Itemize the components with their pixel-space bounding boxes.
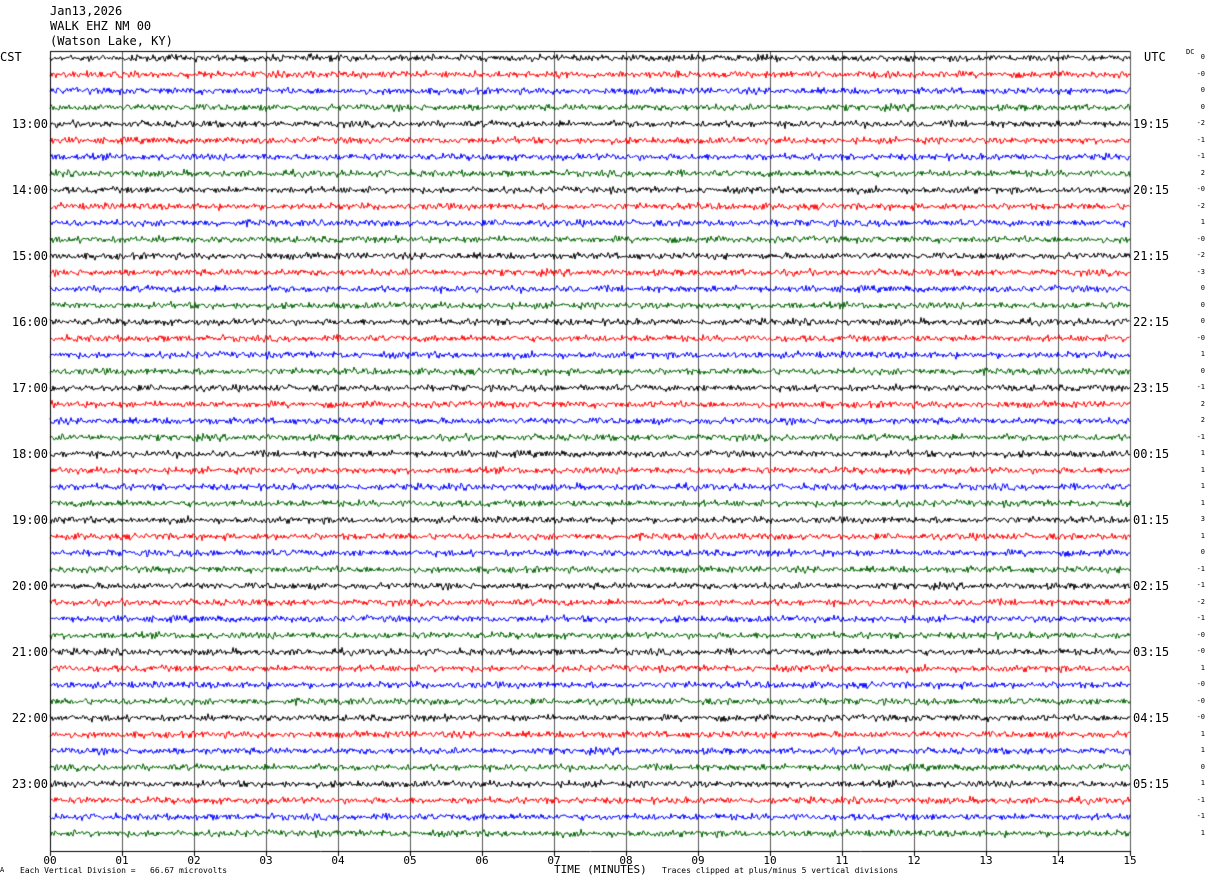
dc-offset-label: 1: [1200, 482, 1205, 490]
x-tick-label: 05: [403, 854, 417, 867]
station-location: (Watson Lake, KY): [50, 34, 173, 48]
dc-offset-label: 1: [1200, 828, 1205, 837]
dc-offset-label: 0: [1200, 284, 1205, 292]
dc-offset-label: -0: [1196, 234, 1205, 243]
dc-offset-label: -0: [1196, 647, 1205, 655]
dc-offset-label: 2: [1200, 399, 1205, 408]
dc-offset-label: 0: [1200, 300, 1205, 309]
dc-offset-label: -1: [1196, 614, 1205, 622]
dc-offset-label: -1: [1196, 581, 1205, 589]
dc-offset-label: 0: [1200, 102, 1205, 111]
x-tick-label: 13: [979, 854, 993, 867]
x-tick-label: 06: [475, 854, 489, 867]
x-tick-label: 04: [331, 854, 345, 867]
left-hour-label: 18:00: [11, 447, 48, 461]
plot-date: Jan13,2026: [50, 4, 123, 18]
dc-offset-label: -1: [1196, 152, 1205, 160]
dc-offset-label: -1: [1196, 564, 1205, 573]
dc-offset-label: 0: [1200, 86, 1205, 94]
dc-offset-label: 1: [1200, 531, 1205, 540]
corner-mark: A: [0, 866, 5, 874]
dc-offset-label: -2: [1196, 597, 1205, 606]
dc-offset-label: -2: [1196, 201, 1205, 210]
dc-offset-label: -0: [1196, 680, 1205, 688]
dc-offset-label: 2: [1200, 168, 1205, 177]
dc-offset-label: -1: [1196, 135, 1205, 144]
clip-note: Traces clipped at plus/minus 5 vertical …: [662, 866, 899, 875]
left-hour-label: 21:00: [11, 645, 48, 659]
x-tick-label: 10: [763, 854, 777, 867]
x-tick-label: 12: [907, 854, 921, 867]
x-tick-label: 09: [691, 854, 705, 867]
helicorder-canvas: [0, 0, 1210, 886]
dc-offset-label: -1: [1196, 432, 1205, 441]
left-hour-label: 14:00: [11, 183, 48, 197]
dc-offset-label: 0: [1200, 762, 1205, 771]
dc-offset-label: 0: [1200, 317, 1205, 325]
dc-offset-label: 0: [1200, 366, 1205, 375]
dc-offset-label: -0: [1196, 630, 1205, 639]
dc-offset-label: -1: [1196, 795, 1205, 804]
dc-offset-label: 1: [1200, 449, 1205, 457]
dc-offset-label: 1: [1200, 663, 1205, 672]
dc-offset-label: -0: [1196, 713, 1205, 721]
left-hour-label: 17:00: [11, 381, 48, 395]
x-tick-label: 15: [1123, 854, 1137, 867]
dc-offset-label: 3: [1200, 515, 1205, 523]
left-hour-label: 20:00: [11, 579, 48, 593]
dc-offset-label: 1: [1200, 218, 1205, 226]
left-timezone-label: CST: [0, 50, 22, 64]
dc-offset-label: 0: [1200, 53, 1205, 61]
x-tick-label: 01: [115, 854, 129, 867]
dc-offset-label: 2: [1200, 416, 1205, 424]
x-tick-label: 03: [259, 854, 273, 867]
x-axis-label: TIME (MINUTES): [554, 863, 647, 876]
dc-offset-label: 0: [1200, 548, 1205, 556]
left-hour-label: 22:00: [11, 711, 48, 725]
dc-offset-label: 1: [1200, 779, 1205, 787]
x-tick-label: 00: [43, 854, 57, 867]
scale-note: Each Vertical Division = 66.67 microvolt…: [20, 866, 228, 875]
left-hour-label: 23:00: [11, 777, 48, 791]
dc-offset-label: 1: [1200, 498, 1205, 507]
x-tick-label: 02: [187, 854, 201, 867]
station-code: WALK EHZ NM 00: [50, 19, 152, 33]
x-tick-label: 11: [835, 854, 849, 867]
dc-offset-label: -1: [1196, 812, 1205, 820]
dc-offset-label: -0: [1196, 185, 1205, 193]
dc-offset-label: -1: [1196, 383, 1205, 391]
dc-offset-label: 1: [1200, 350, 1205, 358]
dc-offset-label: 1: [1200, 746, 1205, 754]
dc-offset-label: -0: [1196, 69, 1205, 78]
dc-offset-label: 1: [1200, 729, 1205, 738]
left-hour-label: 16:00: [11, 315, 48, 329]
left-hour-label: 15:00: [11, 249, 48, 263]
dc-offset-label: -0: [1196, 696, 1205, 705]
dc-offset-label: -2: [1196, 119, 1205, 127]
left-hour-label: 19:00: [11, 513, 48, 527]
x-tick-label: 14: [1051, 854, 1065, 867]
dc-offset-label: 1: [1200, 465, 1205, 474]
dc-offset-label: -3: [1196, 267, 1205, 276]
left-hour-label: 13:00: [11, 117, 48, 131]
dc-offset-label: -0: [1196, 333, 1205, 342]
dc-offset-label: -2: [1196, 251, 1205, 259]
